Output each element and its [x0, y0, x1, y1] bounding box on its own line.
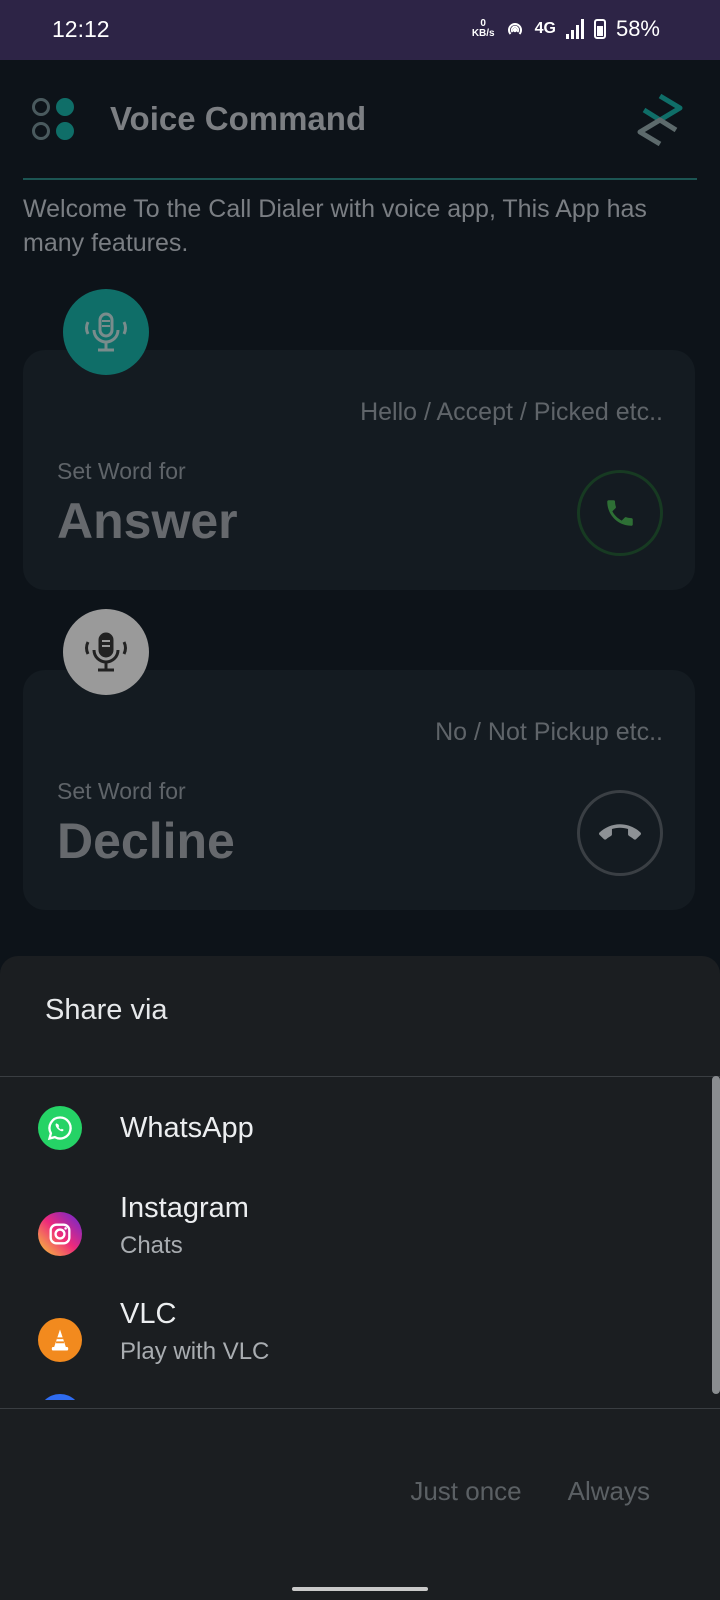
instagram-icon — [38, 1212, 82, 1256]
answer-set-label: Set Word for — [57, 458, 186, 484]
status-bar: 12:12 0 KB/s 4G 58% — [0, 0, 720, 60]
answer-hint: Hello / Accept / Picked etc.. — [360, 398, 663, 426]
header-divider — [23, 178, 697, 180]
microphone-icon — [85, 632, 127, 672]
answer-call-button[interactable] — [577, 470, 663, 556]
vlc-icon — [38, 1318, 82, 1362]
share-sheet-title: Share via — [45, 994, 168, 1026]
share-sheet: Share via WhatsApp Instagram Chats VLC P… — [0, 956, 720, 1600]
share-item-instagram-subtitle: Chats — [120, 1232, 183, 1259]
decline-card[interactable]: No / Not Pickup etc.. Set Word for Decli… — [23, 670, 695, 910]
phone-decline-icon — [599, 824, 641, 840]
answer-card[interactable]: Hello / Accept / Picked etc.. Set Word f… — [23, 350, 695, 590]
net-speed: 0 KB/s — [472, 19, 495, 39]
share-item-whatsapp[interactable]: WhatsApp — [0, 1076, 700, 1176]
share-item-instagram[interactable]: Instagram Chats — [0, 1182, 700, 1282]
share-list-scrollbar[interactable] — [712, 1076, 720, 1394]
grid-dots-icon[interactable] — [32, 98, 78, 144]
always-button[interactable]: Always — [568, 1476, 650, 1507]
decline-word: Decline — [57, 813, 235, 869]
phone-answer-icon — [607, 500, 633, 526]
share-item-vlc-subtitle: Play with VLC — [120, 1338, 270, 1365]
app-title: Voice Command — [110, 100, 367, 137]
share-item-vlc[interactable]: VLC Play with VLC — [0, 1288, 700, 1388]
answer-mic-badge — [63, 289, 149, 375]
share-item-partial — [38, 1394, 82, 1400]
app-logo-icon[interactable] — [634, 92, 686, 148]
decline-call-button[interactable] — [577, 790, 663, 876]
share-item-whatsapp-name: WhatsApp — [120, 1112, 254, 1144]
app-icon-partial — [38, 1394, 82, 1400]
status-time: 12:12 — [52, 16, 110, 42]
gesture-nav-handle[interactable] — [292, 1587, 428, 1591]
welcome-text: Welcome To the Call Dialer with voice ap… — [23, 195, 647, 257]
microphone-icon — [85, 312, 127, 352]
network-type: 4G — [534, 20, 556, 37]
hotspot-icon — [507, 23, 522, 35]
battery-icon — [593, 19, 606, 39]
decline-set-label: Set Word for — [57, 778, 186, 804]
decline-mic-badge — [63, 609, 149, 695]
share-actions: Just once Always — [410, 1476, 650, 1507]
share-item-vlc-name: VLC — [120, 1298, 177, 1330]
battery-percent: 58% — [615, 16, 660, 41]
whatsapp-icon — [38, 1106, 82, 1150]
signal-icon — [565, 19, 584, 39]
decline-hint: No / Not Pickup etc.. — [435, 718, 663, 746]
share-item-instagram-name: Instagram — [120, 1192, 249, 1224]
just-once-button[interactable]: Just once — [410, 1476, 521, 1507]
sheet-bottom-divider — [0, 1408, 720, 1409]
net-speed-unit: KB/s — [471, 28, 495, 39]
status-icons: 0 KB/s 4G 58% — [472, 16, 660, 42]
answer-word: Answer — [57, 493, 238, 549]
